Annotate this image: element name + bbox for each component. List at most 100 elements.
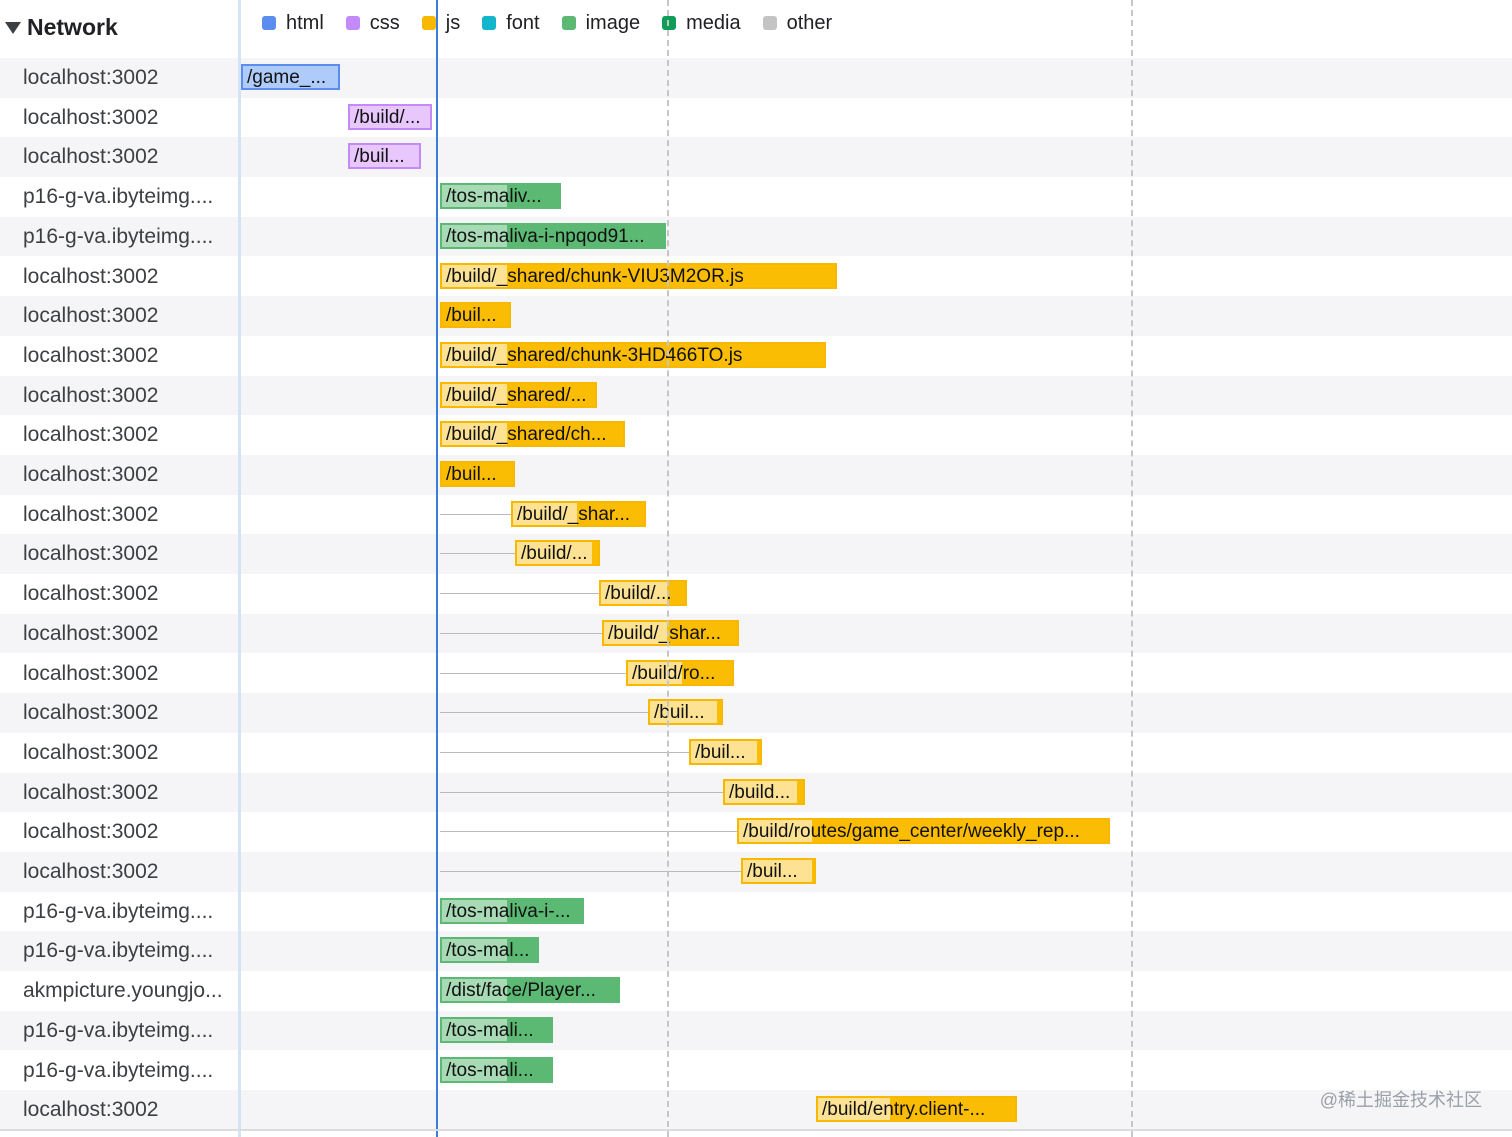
request-bar-image[interactable]: /dist/face/Player...	[440, 977, 620, 1004]
request-domain: localhost:3002	[23, 145, 159, 169]
request-domain: p16-g-va.ibyteimg....	[23, 185, 214, 209]
request-bar-js[interactable]: /buil...	[741, 858, 816, 884]
request-row[interactable]: localhost:3002/build/_shared/ch...	[0, 415, 1512, 455]
network-title: Network	[27, 14, 118, 40]
request-row[interactable]: localhost:3002/build/_shar...	[0, 495, 1512, 535]
request-row[interactable]: localhost:3002/buil...	[0, 852, 1512, 892]
request-path: /build...	[729, 781, 791, 803]
request-path: /tos-mali...	[446, 1059, 534, 1081]
request-bar-js[interactable]: /build/_shared/ch...	[440, 421, 625, 448]
request-bar-css[interactable]: /buil...	[348, 143, 421, 170]
request-row[interactable]: localhost:3002/build/_shared/...	[0, 375, 1512, 416]
request-row[interactable]: localhost:3002/buil...	[0, 693, 1512, 733]
request-row[interactable]: localhost:3002/build...	[0, 772, 1512, 813]
request-bar-js[interactable]: /build/_shared/...	[440, 381, 597, 408]
legend-item-js: js	[421, 12, 460, 35]
legend-item-image: image	[561, 12, 640, 35]
request-row[interactable]: localhost:3002/buil...	[0, 296, 1512, 336]
request-domain: p16-g-va.ibyteimg....	[23, 1058, 214, 1082]
request-bar-html[interactable]: /game_...	[241, 64, 340, 90]
request-row[interactable]: p16-g-va.ibyteimg.... /tos-mal...	[0, 931, 1512, 972]
request-bar-js[interactable]: /build/_shar...	[511, 500, 646, 527]
request-row[interactable]: localhost:3002/buil...	[0, 455, 1512, 495]
request-domain: localhost:3002	[23, 304, 159, 328]
request-path: /build/entry.client-...	[822, 1099, 986, 1121]
request-row[interactable]: localhost:3002/build/_shared/chunk-VIU3M…	[0, 257, 1512, 297]
request-domain: localhost:3002	[23, 780, 159, 804]
request-domain: p16-g-va.ibyteimg....	[23, 224, 214, 248]
request-domain: localhost:3002	[23, 820, 159, 844]
request-row[interactable]: localhost:3002/game_...	[0, 58, 1512, 98]
request-row[interactable]: localhost:3002/build/...	[0, 574, 1512, 614]
request-domain: p16-g-va.ibyteimg....	[23, 1018, 214, 1042]
network-track-toggle[interactable]: Network	[5, 14, 118, 41]
request-bar-js[interactable]: /build/entry.client-...	[816, 1096, 1017, 1123]
request-row[interactable]: localhost:3002/build/entry.client-...	[0, 1090, 1512, 1130]
request-bar-image[interactable]: /tos-mal...	[440, 937, 539, 964]
request-bar-image[interactable]: /tos-maliva-i-...	[440, 897, 584, 924]
request-row[interactable]: localhost:3002/build/_shar...	[0, 613, 1512, 654]
request-bar-image[interactable]: /tos-mali...	[440, 1016, 553, 1043]
request-wait-line	[440, 553, 515, 555]
current-time-line[interactable]	[436, 0, 438, 1137]
request-wait-line	[440, 513, 511, 515]
request-wait-line	[440, 871, 741, 872]
other-swatch-icon	[762, 16, 777, 30]
request-row[interactable]: p16-g-va.ibyteimg.... /tos-mali...	[0, 1051, 1512, 1091]
network-track-header: Network html css js font image media other	[0, 0, 1512, 58]
legend-item-font: font	[482, 12, 540, 35]
request-bar-js[interactable]: /build/routes/game_center/weekly_rep...	[737, 818, 1110, 845]
request-path: /buil...	[354, 146, 405, 168]
request-path: /build/ro...	[632, 662, 716, 684]
request-row[interactable]: p16-g-va.ibyteimg.... /tos-maliv...	[0, 177, 1512, 217]
request-row[interactable]: localhost:3002/build/...	[0, 98, 1512, 138]
request-row[interactable]: p16-g-va.ibyteimg.... /tos-mali...	[0, 1010, 1512, 1051]
html-swatch-icon	[262, 16, 276, 30]
request-domain: localhost:3002	[23, 582, 159, 606]
request-bar-js[interactable]: /buil...	[648, 699, 723, 726]
request-row[interactable]: localhost:3002/buil...	[0, 137, 1512, 178]
request-bar-js[interactable]: /build/_shared/chunk-VIU3M2OR.js	[440, 262, 837, 289]
request-bar-image[interactable]: /tos-maliva-i-npqod91...	[440, 222, 666, 249]
request-row[interactable]: localhost:3002/build/ro...	[0, 654, 1512, 694]
request-wait-line	[440, 593, 599, 595]
request-bar-image[interactable]: /tos-mali...	[440, 1056, 553, 1083]
request-bar-js[interactable]: /build/...	[599, 580, 687, 607]
request-row[interactable]: akmpicture.youngjo... /dist/face/Player..…	[0, 971, 1512, 1011]
request-domain: localhost:3002	[23, 621, 159, 645]
track-divider[interactable]	[238, 0, 241, 1137]
collapse-triangle-icon[interactable]	[5, 21, 21, 34]
bottom-divider	[0, 1129, 1512, 1131]
request-row[interactable]: localhost:3002/build/...	[0, 534, 1512, 575]
request-bar-js[interactable]: /buil...	[440, 302, 511, 329]
request-bar-js[interactable]: /build/...	[515, 540, 600, 567]
request-row[interactable]: localhost:3002/build/_shared/chunk-3HD46…	[0, 336, 1512, 376]
request-row[interactable]: p16-g-va.ibyteimg.... /tos-maliva-i-npqod…	[0, 216, 1512, 257]
legend-item-media: media	[662, 12, 741, 35]
request-wait-line	[440, 751, 689, 753]
request-row[interactable]: p16-g-va.ibyteimg.... /tos-maliva-i-...	[0, 892, 1512, 932]
request-bar-js[interactable]: /build/_shar...	[602, 619, 739, 646]
js-swatch-icon	[421, 16, 436, 30]
request-path: /build/...	[605, 583, 672, 605]
request-domain: localhost:3002	[23, 1098, 159, 1122]
request-path: /build/_shared/ch...	[446, 424, 607, 446]
request-domain: p16-g-va.ibyteimg....	[23, 899, 214, 923]
request-path: /tos-maliva-i-npqod91...	[446, 225, 645, 247]
request-bar-js[interactable]: /build...	[723, 778, 805, 805]
request-bar-image[interactable]: /tos-maliv...	[440, 183, 561, 210]
request-path: /tos-mali...	[446, 1019, 534, 1041]
request-bar-css[interactable]: /build/...	[348, 103, 432, 130]
request-wait-line	[440, 632, 602, 634]
request-domain: localhost:3002	[23, 383, 159, 407]
request-row[interactable]: localhost:3002/build/routes/game_center/…	[0, 812, 1512, 852]
request-bar-js[interactable]: /build/_shared/chunk-3HD466TO.js	[440, 341, 826, 368]
request-row[interactable]: localhost:3002/buil...	[0, 733, 1512, 773]
request-wait-line	[440, 831, 737, 833]
request-bar-js[interactable]: /buil...	[440, 461, 515, 487]
request-bar-js[interactable]: /build/ro...	[626, 659, 734, 686]
media-swatch-icon	[662, 16, 677, 30]
request-bar-js[interactable]: /buil...	[689, 738, 762, 765]
request-domain: localhost:3002	[23, 661, 159, 685]
legend-item-html: html	[262, 12, 324, 35]
